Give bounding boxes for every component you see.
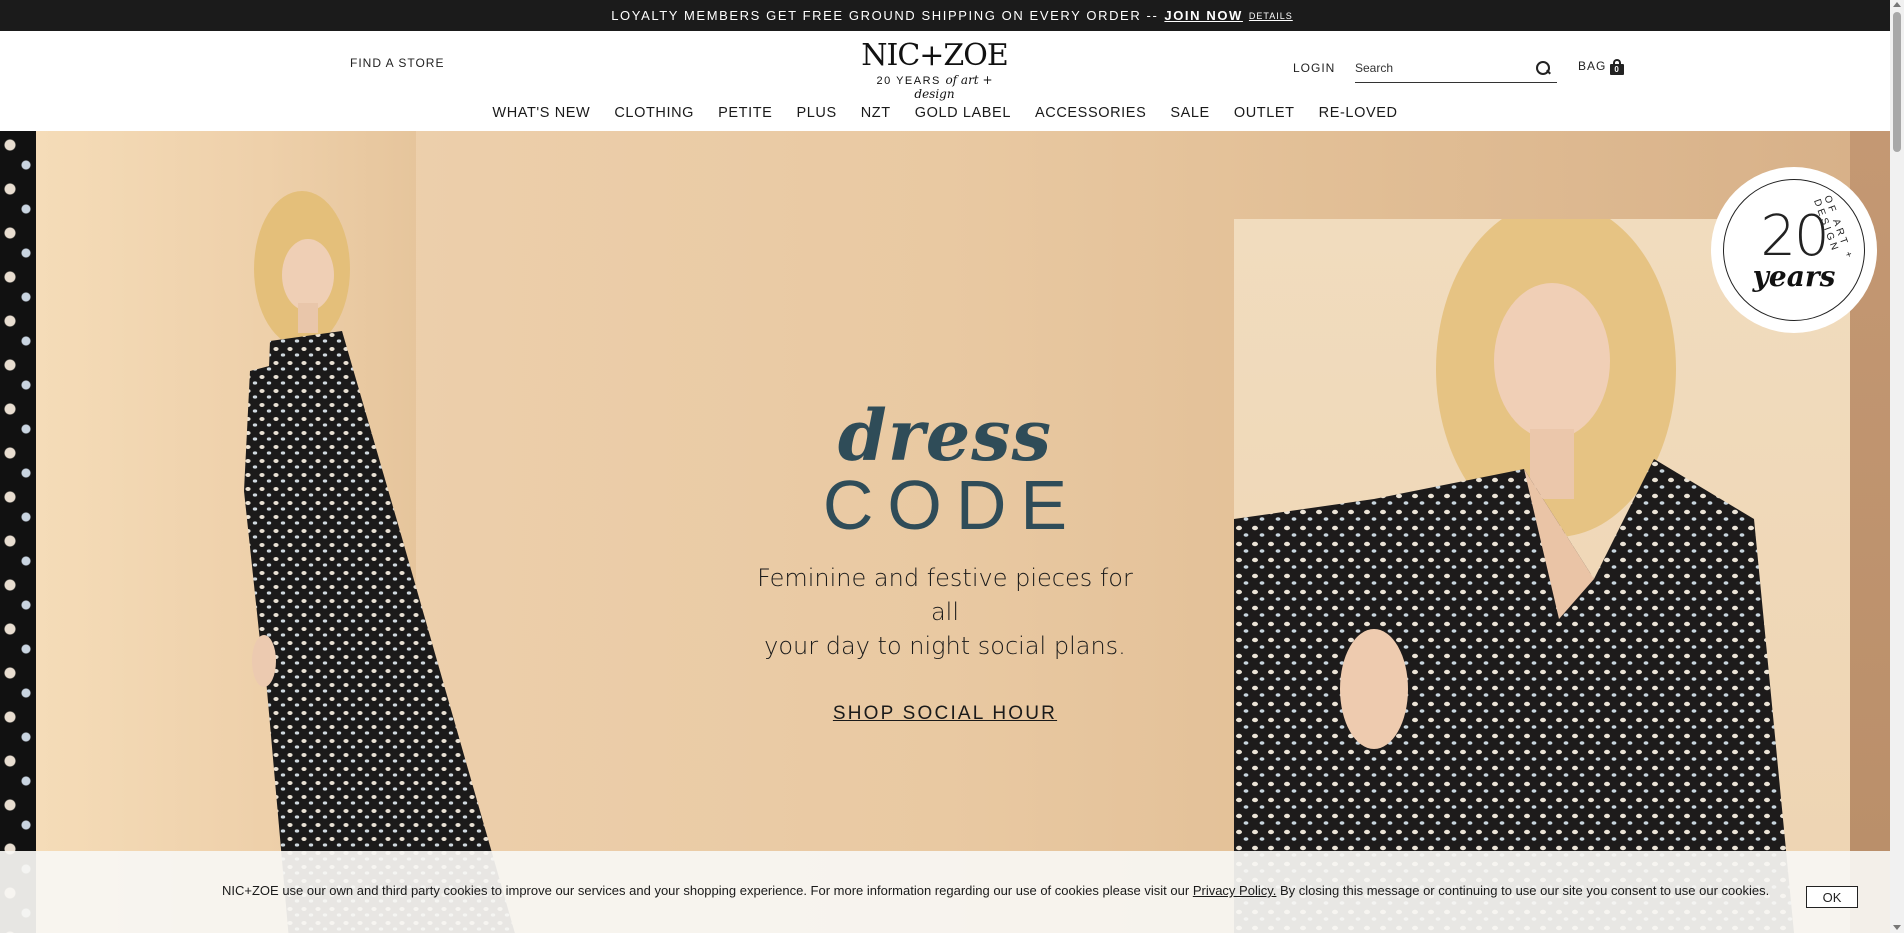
model-left-image (244, 191, 515, 933)
scroll-up-arrow-icon[interactable] (1893, 2, 1901, 7)
hero-headline-caps: CODE (822, 466, 1082, 544)
details-link[interactable]: DETAILS (1249, 11, 1293, 21)
scrollbar-thumb[interactable] (1893, 12, 1901, 152)
login-link[interactable]: LOGIN (1293, 61, 1335, 75)
nav-item-petite[interactable]: PETITE (718, 105, 772, 121)
join-now-link[interactable]: JOIN NOW (1164, 8, 1243, 23)
search-icon[interactable] (1535, 60, 1551, 76)
leopard-print-edge (0, 131, 36, 933)
find-a-store-link[interactable]: FIND A STORE (350, 56, 444, 70)
20-years-badge: 20 years OF ART + DESIGN (1711, 167, 1877, 333)
bag-label: BAG (1578, 59, 1607, 73)
nav-item-nzt[interactable]: NZT (861, 105, 891, 121)
cookie-text-after: By closing this message or continuing to… (1280, 883, 1770, 898)
search-box (1355, 53, 1557, 83)
model-right-image (1234, 219, 1794, 933)
hero-banner[interactable]: 20 years OF ART + DESIGN dress CODE Femi… (0, 131, 1890, 933)
cookie-text-before: NIC+ZOE use our own and third party cook… (222, 883, 1190, 898)
shop-social-hour-link[interactable]: SHOP SOCIAL HOUR (833, 703, 1057, 725)
nav-item-re-loved[interactable]: RE-LOVED (1319, 105, 1398, 121)
nav-item-outlet[interactable]: OUTLET (1234, 105, 1295, 121)
site-header: FIND A STORE NIC+ZOE 20 YEARS of art + d… (0, 31, 1890, 131)
cookie-ok-button[interactable]: OK (1806, 886, 1858, 908)
nav-item-accessories[interactable]: ACCESSORIES (1035, 105, 1146, 121)
logo-wordmark: NIC+ZOE (861, 38, 1009, 73)
nav-item-clothing[interactable]: CLOTHING (614, 105, 694, 121)
privacy-policy-link[interactable]: Privacy Policy. (1193, 883, 1277, 898)
promo-text: LOYALTY MEMBERS GET FREE GROUND SHIPPING… (611, 8, 1159, 23)
nav-item-gold-label[interactable]: GOLD LABEL (915, 105, 1011, 121)
bag-count: 0 (1614, 65, 1619, 74)
badge-circle: 20 years OF ART + DESIGN (1723, 179, 1865, 321)
hero-tagline: Feminine and festive pieces for all your… (740, 561, 1150, 663)
badge-word: years (1752, 260, 1836, 293)
main-nav: WHAT'S NEW CLOTHING PETITE PLUS NZT GOLD… (0, 105, 1890, 121)
nav-item-sale[interactable]: SALE (1170, 105, 1209, 121)
logo-tagline: 20 YEARS of art + design (857, 73, 1012, 101)
hero-copy: dress CODE Feminine and festive pieces f… (740, 401, 1150, 725)
nav-item-plus[interactable]: PLUS (796, 105, 836, 121)
bag-button[interactable]: BAG 0 (1578, 59, 1625, 75)
search-input[interactable] (1355, 60, 1535, 75)
nav-item-whats-new[interactable]: WHAT'S NEW (492, 105, 590, 121)
hero-headline-script: dress (837, 394, 1053, 477)
cookie-banner: NIC+ZOE use our own and third party cook… (0, 851, 1890, 933)
scroll-down-arrow-icon[interactable] (1893, 925, 1901, 930)
shopping-bag-icon: 0 (1610, 59, 1625, 75)
page-scrollbar[interactable] (1890, 0, 1904, 933)
cookie-message: NIC+ZOE use our own and third party cook… (222, 883, 1769, 898)
promo-bar: LOYALTY MEMBERS GET FREE GROUND SHIPPING… (0, 0, 1904, 31)
hero-tagline-line-1: Feminine and festive pieces for all (757, 564, 1133, 626)
logo-tagline-prefix: 20 YEARS (876, 75, 941, 87)
brand-logo[interactable]: NIC+ZOE 20 YEARS of art + design (857, 38, 1012, 102)
hero-tagline-line-2: your day to night social plans. (764, 632, 1126, 660)
